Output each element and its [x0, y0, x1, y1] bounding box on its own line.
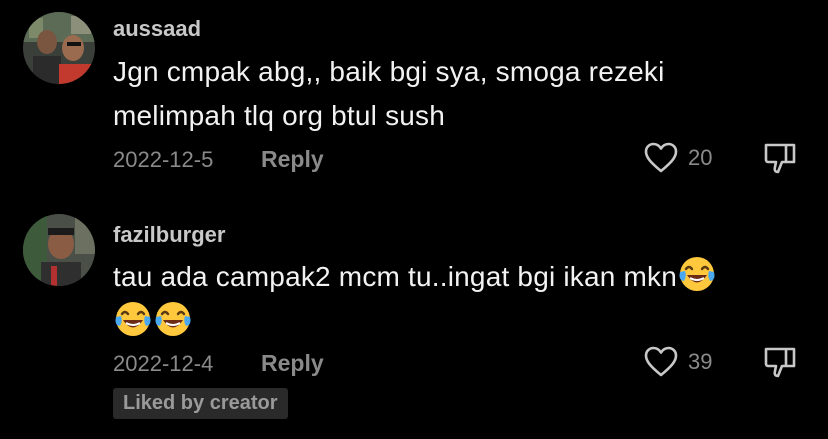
- thumbs-down-outline-icon: [764, 143, 796, 174]
- comment-date: 2022-12-5: [113, 147, 214, 172]
- dislike-button[interactable]: [762, 344, 798, 380]
- comment-text-line: tau ada campak2 mcm tu..ingat bgi ikan m…: [113, 254, 793, 299]
- like-count: 39: [688, 349, 713, 374]
- comment-text-line: Jgn cmpak abg,, baik bgi sya, smoga reze…: [113, 56, 665, 87]
- liked-by-creator-badge: Liked by creator: [113, 388, 288, 419]
- username[interactable]: fazilburger: [113, 222, 225, 248]
- like-button[interactable]: 39: [644, 345, 712, 379]
- heart-outline-icon: [644, 346, 678, 377]
- comment-text-line: [113, 299, 793, 344]
- comment-text-line-text: tau ada campak2 mcm tu..ingat bgi ikan m…: [113, 261, 678, 292]
- comment-text: Jgn cmpak abg,, baik bgi sya, smoga reze…: [113, 50, 793, 138]
- reply-button[interactable]: Reply: [261, 146, 324, 173]
- face-with-tears-of-joy-icon: [153, 299, 193, 339]
- comment-item: aussaad Jgn cmpak abg,, baik bgi sya, sm…: [0, 0, 828, 200]
- dislike-button[interactable]: [762, 140, 798, 176]
- username[interactable]: aussaad: [113, 16, 201, 42]
- reply-button[interactable]: Reply: [261, 350, 324, 377]
- face-with-tears-of-joy-icon: [113, 299, 153, 339]
- heart-outline-icon: [644, 142, 678, 173]
- comment-date: 2022-12-4: [113, 351, 214, 376]
- like-count: 20: [688, 145, 713, 170]
- thumbs-down-outline-icon: [764, 347, 796, 378]
- avatar[interactable]: [23, 214, 95, 286]
- avatar[interactable]: [23, 12, 95, 84]
- face-with-tears-of-joy-icon: [677, 254, 717, 294]
- like-button[interactable]: 20: [644, 141, 712, 175]
- avatar-photo-man-icon: [23, 214, 95, 286]
- comment-text: tau ada campak2 mcm tu..ingat bgi ikan m…: [113, 254, 793, 344]
- comment-text-line: melimpah tlq org btul sush: [113, 100, 446, 131]
- avatar-photo-two-men-icon: [23, 12, 95, 84]
